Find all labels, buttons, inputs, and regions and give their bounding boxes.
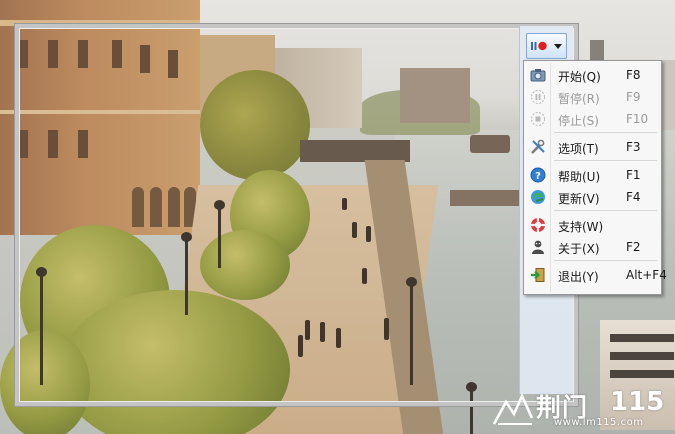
tools-icon: [529, 138, 547, 156]
toolbar-dropdown-button[interactable]: [550, 33, 567, 59]
menu-item-support[interactable]: 支持(W): [526, 214, 659, 236]
stop-icon: [529, 110, 547, 128]
menu-item-help[interactable]: ? 帮助(U) F1: [526, 164, 659, 186]
menu-item-stop[interactable]: 停止(S) F10: [526, 108, 659, 130]
menu-item-label: 支持(W): [558, 220, 604, 234]
menu-item-about[interactable]: 关于(X) F2: [526, 236, 659, 258]
help-icon: ?: [529, 166, 547, 184]
watermark-number: 115: [610, 387, 665, 417]
menu-item-exit[interactable]: 退出(Y) Alt+F4: [526, 264, 667, 286]
chevron-down-icon: [554, 43, 562, 49]
menu-separator: [554, 260, 657, 261]
menu-item-label: 停止(S): [558, 114, 599, 128]
menu-item-label: 开始(Q): [558, 70, 601, 84]
menu-item-update[interactable]: 更新(V) F4: [526, 186, 659, 208]
menu-item-label: 帮助(U): [558, 170, 601, 184]
capture-region-frame[interactable]: [15, 24, 578, 406]
menu-item-shortcut: F1: [626, 168, 641, 182]
watermark-url: www.lm115.com: [554, 417, 644, 428]
menu-item-options[interactable]: 选项(T) F3: [526, 136, 659, 158]
menu-item-shortcut: Alt+F4: [626, 268, 667, 282]
record-button[interactable]: [526, 33, 552, 59]
support-icon: [529, 216, 547, 234]
menu-item-label: 关于(X): [558, 242, 600, 256]
menu-item-label: 暂停(R): [558, 92, 600, 106]
about-icon: [529, 238, 547, 256]
watermark-logo-icon: [492, 392, 534, 425]
menu-item-label: 退出(Y): [558, 270, 599, 284]
menu-item-label: 选项(T): [558, 142, 599, 156]
camera-icon: [529, 66, 547, 84]
menu-item-shortcut: F9: [626, 90, 641, 104]
menu-item-start[interactable]: 开始(Q) F8: [526, 64, 659, 86]
recorder-context-menu: 开始(Q) F8 暂停(R) F9 停止(S) F10 选项(T) F3 ? 帮…: [523, 60, 667, 295]
menu-item-shortcut: F4: [626, 190, 641, 204]
site-watermark: 荆门 115 www.lm115.com: [492, 386, 672, 432]
exit-icon: [529, 266, 547, 284]
menu-item-shortcut: F2: [626, 240, 641, 254]
menu-item-shortcut: F3: [626, 140, 641, 154]
menu-item-pause[interactable]: 暂停(R) F9: [526, 86, 659, 108]
svg-text:?: ?: [535, 171, 541, 182]
record-icon: [531, 41, 547, 51]
menu-item-shortcut: F10: [626, 112, 649, 126]
menu-item-label: 更新(V): [558, 192, 600, 206]
pause-icon: [529, 88, 547, 106]
menu-separator: [554, 210, 657, 211]
menu-item-shortcut: F8: [626, 68, 641, 82]
menu-separator: [554, 160, 657, 161]
update-icon: [529, 188, 547, 206]
menu-separator: [554, 132, 657, 133]
